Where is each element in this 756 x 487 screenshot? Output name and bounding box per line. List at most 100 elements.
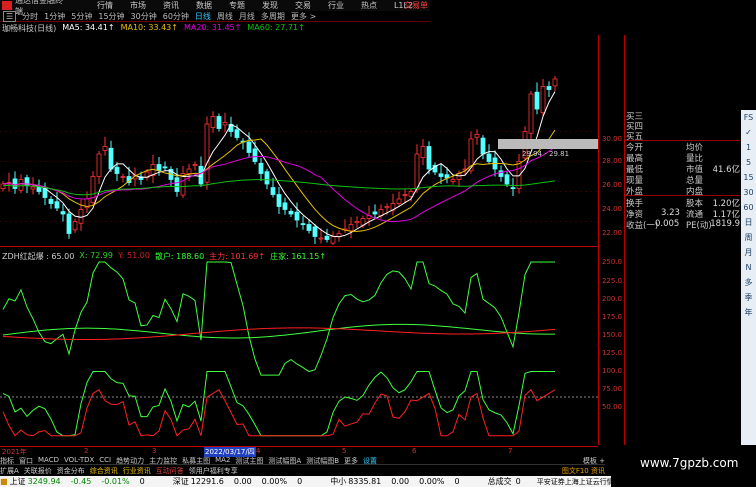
tab-qa[interactable]: 互动问答 bbox=[156, 466, 184, 475]
period-month-button[interactable]: 月 bbox=[745, 245, 753, 260]
tab-main-monitor[interactable]: 主力监控 bbox=[149, 456, 177, 465]
period-30min[interactable]: 30分钟 bbox=[131, 11, 157, 22]
panel-divider bbox=[0, 246, 598, 247]
menu-market[interactable]: 市场 bbox=[130, 0, 146, 11]
candle-body bbox=[330, 236, 336, 244]
candle-body bbox=[534, 91, 540, 110]
tab-extend-a[interactable]: 扩展A bbox=[0, 466, 19, 475]
zx-pct: 0.00% bbox=[419, 477, 445, 486]
period-60-button[interactable]: 60 bbox=[743, 200, 753, 215]
sz-name[interactable]: 深证 bbox=[173, 476, 189, 487]
tab-window[interactable]: 窗口 bbox=[19, 456, 33, 465]
zx-volume: 0 bbox=[454, 477, 460, 486]
date-tick: 2 bbox=[84, 447, 89, 455]
zx-change: 0.00 bbox=[391, 477, 410, 486]
tab-macd[interactable]: MACD bbox=[38, 456, 59, 464]
candle-body bbox=[258, 162, 264, 174]
candle-body bbox=[486, 153, 492, 162]
price-range-tooltip-bar bbox=[498, 139, 598, 149]
template-button[interactable]: 模板 + bbox=[583, 456, 605, 465]
tab-more[interactable]: 更多 bbox=[344, 456, 358, 465]
zx-index: 8335.81 bbox=[348, 477, 382, 486]
period-intraday[interactable]: 分时 bbox=[22, 11, 38, 22]
tab-ma2[interactable]: MA2 bbox=[215, 456, 230, 464]
period-30-button[interactable]: 30 bbox=[743, 185, 753, 200]
tab-test-a[interactable]: 测试幅图A bbox=[268, 456, 301, 465]
tab-private-main[interactable]: 私募主图 bbox=[182, 456, 210, 465]
period-5-button[interactable]: 5 bbox=[746, 155, 751, 170]
zx-name[interactable]: 中小 bbox=[330, 476, 346, 487]
menu-news[interactable]: 资讯 bbox=[163, 0, 179, 11]
tab-fund-dist[interactable]: 资金分布 bbox=[57, 466, 85, 475]
tab-user-benefits[interactable]: 领用户福利专享 bbox=[189, 466, 238, 475]
tab-test-main[interactable]: 测试主图 bbox=[235, 456, 263, 465]
candle-body bbox=[216, 116, 222, 129]
period-week-button[interactable]: 周 bbox=[745, 230, 753, 245]
sh-pct: -0.01% bbox=[101, 477, 130, 486]
tab-industry-news[interactable]: 行业资讯 bbox=[123, 466, 151, 475]
menu-data[interactable]: 数据 bbox=[196, 0, 212, 11]
candle-body bbox=[30, 186, 36, 190]
sh-name[interactable]: 上证 bbox=[10, 476, 26, 487]
period-daily[interactable]: 日线 bbox=[195, 11, 211, 22]
menu-hot[interactable]: 热点 bbox=[361, 0, 377, 11]
period-5min[interactable]: 5分钟 bbox=[71, 11, 92, 22]
candle-body bbox=[192, 164, 198, 166]
dealer-line bbox=[2, 323, 556, 339]
news-ticker[interactable]: 平安证券上海上证云行情 bbox=[537, 477, 614, 487]
menu-trade[interactable]: 交易 bbox=[295, 0, 311, 11]
period-multi-button[interactable]: 多 bbox=[745, 275, 753, 290]
period-monthly[interactable]: 月线 bbox=[239, 11, 255, 22]
tab-cci[interactable]: CCI bbox=[99, 456, 111, 464]
menu-industry[interactable]: 行业 bbox=[328, 0, 344, 11]
period-15min[interactable]: 15分钟 bbox=[98, 11, 124, 22]
tab-indicator[interactable]: 指标 bbox=[0, 456, 14, 465]
tab-test-b[interactable]: 测试幅图B bbox=[306, 456, 339, 465]
period-15-button[interactable]: 15 bbox=[743, 170, 753, 185]
candle-body bbox=[186, 168, 192, 174]
tab-general-news[interactable]: 综合资讯 bbox=[90, 466, 118, 475]
candle-body bbox=[72, 221, 78, 231]
period-n-button[interactable]: N bbox=[746, 260, 752, 275]
period-multi[interactable]: 多周期 bbox=[261, 11, 285, 22]
candle-body bbox=[48, 198, 54, 204]
f10-button[interactable]: 图文F10 资讯 bbox=[562, 466, 605, 475]
period-year-button[interactable]: 年 bbox=[745, 305, 753, 320]
menu-discover[interactable]: 发现 bbox=[262, 0, 278, 11]
candle-body bbox=[552, 78, 558, 87]
indicator-chart[interactable] bbox=[0, 250, 598, 445]
candle-body bbox=[36, 186, 42, 192]
candle-body bbox=[174, 177, 180, 192]
fs-button[interactable]: FS bbox=[744, 110, 754, 125]
period-day-button[interactable]: 日 bbox=[745, 215, 753, 230]
check-icon[interactable]: ✓ bbox=[745, 125, 752, 140]
tab-trend[interactable]: 趋势动力 bbox=[116, 456, 144, 465]
period-weekly[interactable]: 周线 bbox=[217, 11, 233, 22]
ind-tick: 175.0 bbox=[601, 313, 622, 321]
retail-line bbox=[2, 261, 555, 376]
candle-body bbox=[204, 123, 210, 183]
period-1min[interactable]: 1分钟 bbox=[44, 11, 65, 22]
ind-tick: 100.0 bbox=[601, 367, 622, 375]
period-more[interactable]: 更多 > bbox=[291, 11, 316, 22]
tab-vol-tdx[interactable]: VOL-TDX bbox=[64, 456, 94, 464]
sz-volume: 0 bbox=[297, 477, 303, 486]
period-60min[interactable]: 60分钟 bbox=[163, 11, 189, 22]
trade-order-button[interactable]: 交易单 bbox=[404, 0, 428, 11]
period-quarter-button[interactable]: 季 bbox=[745, 290, 753, 305]
candle-body bbox=[414, 153, 420, 191]
candle-body bbox=[198, 165, 204, 185]
ma10-value: MA10: 33.43↑ bbox=[120, 23, 178, 32]
candle-body bbox=[0, 183, 6, 189]
candle-body bbox=[354, 221, 360, 224]
period-1-button[interactable]: 1 bbox=[746, 140, 751, 155]
tab-related-quote[interactable]: 关联报价 bbox=[24, 466, 52, 475]
stock-name: 珈畅科技(日线) bbox=[2, 24, 57, 33]
menu-topics[interactable]: 专题 bbox=[229, 0, 245, 11]
menu-quotes[interactable]: 行情 bbox=[97, 0, 113, 11]
candle-body bbox=[66, 213, 72, 234]
candle-body bbox=[234, 129, 240, 138]
watermark: www.7gpzb.com bbox=[640, 456, 739, 470]
tab-settings[interactable]: 设置 bbox=[363, 456, 377, 465]
period-toggle-icon[interactable]: ☰ bbox=[3, 11, 17, 22]
